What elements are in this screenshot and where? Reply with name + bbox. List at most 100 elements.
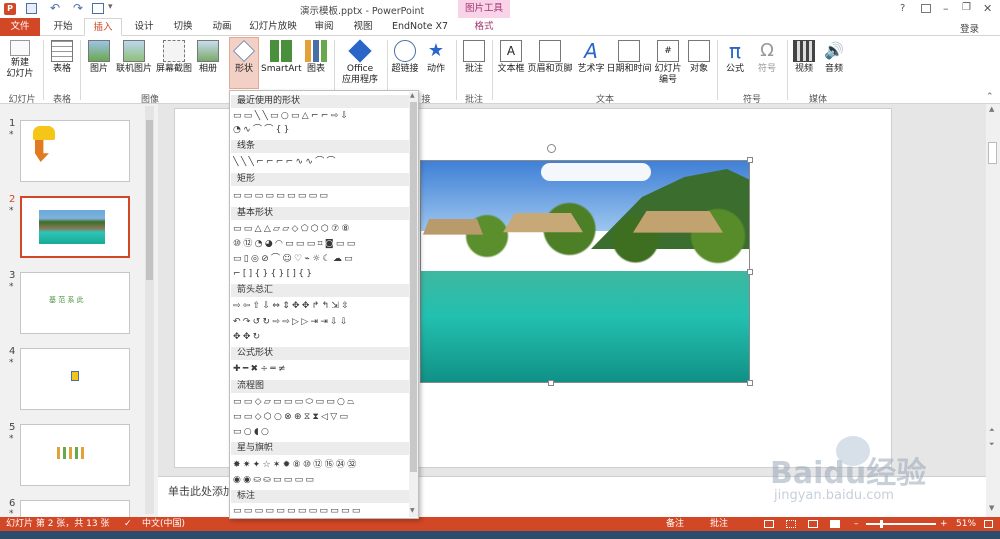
tab-animations[interactable]: 动画 <box>204 18 240 36</box>
tab-slideshow[interactable]: 幻灯片放映 <box>243 18 303 36</box>
shape-row[interactable]: ▭▭▭▭▭▭▭▭▭ <box>233 190 407 202</box>
zoom-out-button[interactable]: – <box>854 517 859 531</box>
undo-icon[interactable]: ↶ <box>50 1 60 15</box>
thumbnail-scrollbar-thumb[interactable] <box>146 120 153 280</box>
shape-row[interactable]: ⑩⑫◔◕◠▭▭▭⌗◙▭▭ <box>233 238 407 250</box>
slideshow-icon[interactable] <box>830 520 840 528</box>
restore-button[interactable]: ❐ <box>962 2 971 13</box>
shape-row[interactable]: ✸✷✦☆✶✹⑧⑩⑫⑯㉔㉜ <box>233 459 407 471</box>
slide-number-button[interactable]: # 幻灯片 编号 <box>652 38 684 86</box>
shape-row[interactable]: ✚━✖÷═≠ <box>233 363 407 375</box>
resize-handle[interactable] <box>747 269 753 275</box>
resize-handle[interactable] <box>747 157 753 163</box>
action-button[interactable]: ★ 动作 <box>422 38 450 75</box>
zoom-level[interactable]: 51% <box>956 517 976 531</box>
hyperlink-button[interactable]: 超链接 <box>390 38 420 75</box>
online-picture-button[interactable]: 联机图片 <box>114 38 154 75</box>
tab-format[interactable]: 格式 <box>458 18 510 36</box>
datetime-button[interactable]: 日期和时间 <box>606 38 652 75</box>
redo-icon[interactable]: ↷ <box>73 1 83 15</box>
slide-animation-star: * <box>9 358 14 368</box>
fit-to-window-icon[interactable] <box>984 520 993 528</box>
comment-button[interactable]: 批注 <box>460 38 488 75</box>
scrollbar-thumb[interactable] <box>988 142 997 164</box>
tab-insert[interactable]: 插入 <box>84 18 122 36</box>
rotate-handle[interactable] <box>547 144 556 153</box>
watermark: Baidu经验 jingyan.baidu.com <box>770 428 990 508</box>
resize-handle[interactable] <box>548 380 554 386</box>
shape-row[interactable]: ▭▭▭▭▭▭▭▭▭▭▭▭ <box>233 505 407 517</box>
equation-button[interactable]: π 公式 <box>720 38 750 75</box>
spelling-icon[interactable]: ✓ <box>124 517 132 531</box>
slide-thumbnail-3[interactable]: 基 范 系 此 <box>20 272 130 334</box>
shape-row[interactable]: ▭▭╲╲▭○▭△⌐⌐⇨⇩ <box>233 110 407 122</box>
object-button[interactable]: 对象 <box>685 38 713 75</box>
shape-row[interactable]: ╲╲╲⌐⌐⌐⌐∿∿⌒⌒ <box>233 156 407 168</box>
shape-row[interactable]: ▭○◖○ <box>233 426 407 438</box>
comments-toggle[interactable]: 批注 <box>710 517 728 531</box>
audio-button[interactable]: 🔊 音频 <box>820 38 848 75</box>
tab-review[interactable]: 审阅 <box>306 18 342 36</box>
table-button[interactable]: 表格 <box>47 38 77 75</box>
tab-file[interactable]: 文件 <box>0 18 40 36</box>
signin-link[interactable]: 登录 <box>960 21 979 35</box>
tab-endnote[interactable]: EndNote X7 <box>386 18 454 36</box>
slide-thumbnail-6[interactable] <box>20 500 130 517</box>
zoom-in-button[interactable]: + <box>940 517 948 531</box>
wordart-button[interactable]: A 艺术字 <box>575 38 607 75</box>
shape-row[interactable]: ✥✥↻ <box>233 331 407 343</box>
normal-view-icon[interactable] <box>764 520 774 528</box>
ribbon-options-icon[interactable] <box>921 4 931 13</box>
tab-home[interactable]: 开始 <box>45 18 81 36</box>
thumbnail-scrollbar[interactable] <box>145 106 154 514</box>
shape-row[interactable]: ◉◉⛀⛀▭▭▭▭ <box>233 474 407 486</box>
shapes-button[interactable]: 形状 <box>229 37 259 89</box>
screenshot-button[interactable]: 屏幕截图 <box>154 38 194 75</box>
gallery-scrollbar[interactable]: ▲ ▼ <box>409 92 418 517</box>
office-apps-button[interactable]: Office 应用程序 <box>337 38 383 86</box>
save-icon[interactable] <box>26 3 37 14</box>
shape-row[interactable]: ◔∿⌒⌒{} <box>233 124 407 136</box>
slide-thumbnail-5[interactable] <box>20 424 130 486</box>
presentation-icon[interactable] <box>92 3 104 14</box>
selected-picture[interactable] <box>420 160 750 383</box>
chart-button[interactable]: 图表 <box>302 38 330 75</box>
slide-sorter-icon[interactable] <box>786 520 796 528</box>
gallery-scroll-up[interactable]: ▲ <box>410 92 415 99</box>
shape-row[interactable]: ▭▭◇▱▭▭▭⬭▭▭○⏢ <box>233 396 407 408</box>
customize-qat-icon[interactable]: ▾ <box>108 2 113 12</box>
video-button[interactable]: 视频 <box>790 38 818 75</box>
reading-view-icon[interactable] <box>808 520 818 528</box>
shape-row[interactable]: ⌐[]{}{}[]{} <box>233 268 407 280</box>
shape-row[interactable]: ↶↷↺↻⇨⇨▷▷⇥⇥⇩⇩ <box>233 316 407 328</box>
close-button[interactable]: ✕ <box>983 2 992 15</box>
language-indicator[interactable]: 中文(中国) <box>142 517 185 531</box>
textbox-button[interactable]: A 文本框 <box>495 38 527 75</box>
slide-thumbnail-1[interactable] <box>20 120 130 182</box>
minimize-button[interactable]: – <box>943 2 949 15</box>
gallery-scroll-down[interactable]: ▼ <box>410 507 415 514</box>
zoom-slider-thumb[interactable] <box>880 520 883 528</box>
tab-view[interactable]: 视图 <box>345 18 381 36</box>
header-footer-button[interactable]: 页眉和页脚 <box>527 38 573 75</box>
gallery-scrollbar-thumb[interactable] <box>410 102 417 472</box>
collapse-ribbon-icon[interactable]: ⌃ <box>986 92 994 102</box>
slide-thumbnail-2-selected[interactable] <box>20 196 130 258</box>
shape-row[interactable]: ▭▭△△▱▱◇⬠⬡⬡⑦⑧ <box>233 223 407 235</box>
album-button[interactable]: 相册 <box>194 38 222 75</box>
shape-row[interactable]: ▭▭◇⬡○⊗⊕⧖⧗◁▽▭ <box>233 411 407 423</box>
slide-thumbnail-4[interactable] <box>20 348 130 410</box>
symbol-button[interactable]: Ω 符号 <box>752 38 782 75</box>
shape-row[interactable]: ▭▯◎⊘⌒☺♡⌁☼☾☁▭ <box>233 253 407 265</box>
scroll-up-arrow[interactable]: ▲ <box>989 105 994 113</box>
shape-row[interactable]: ⇨⇦⇧⇩⇔⇕✥✥↱↰⇲⇳ <box>233 300 407 312</box>
notes-toggle[interactable]: 备注 <box>666 517 684 531</box>
new-slide-button[interactable]: 新建 幻灯片 <box>2 38 38 80</box>
smartart-button[interactable]: SmartArt <box>261 38 302 75</box>
tab-transitions[interactable]: 切换 <box>165 18 201 36</box>
help-button[interactable]: ? <box>900 3 905 14</box>
zoom-slider[interactable] <box>866 523 936 525</box>
resize-handle[interactable] <box>747 380 753 386</box>
picture-button[interactable]: 图片 <box>84 38 114 75</box>
tab-design[interactable]: 设计 <box>126 18 162 36</box>
